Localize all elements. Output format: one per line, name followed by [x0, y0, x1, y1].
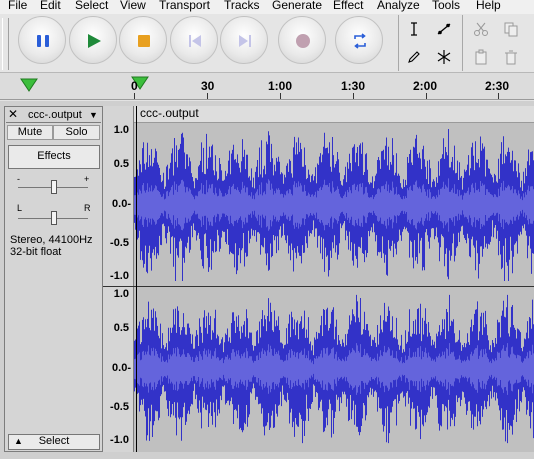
- pencil-icon: [408, 51, 420, 63]
- collapse-arrow-icon[interactable]: ▲: [14, 435, 23, 448]
- play-icon: [88, 34, 101, 48]
- mute-button[interactable]: Mute: [7, 125, 53, 140]
- draw-tool[interactable]: [400, 44, 428, 70]
- ibeam-icon: [411, 22, 417, 36]
- track-format-info: Stereo, 44100Hz 32-bit float: [10, 234, 93, 258]
- loop-button[interactable]: [335, 16, 383, 64]
- pan-slider[interactable]: [51, 211, 57, 225]
- menu-help[interactable]: Help: [476, 0, 501, 12]
- pause-button[interactable]: [18, 16, 66, 64]
- envelope-icon: [437, 23, 451, 35]
- ruler-tick: [426, 93, 427, 99]
- waveform: [134, 129, 534, 444]
- track-control-panel: ✕ ccc-.output ▼ Mute Solo Effects - + L …: [4, 106, 103, 452]
- select-label: Select: [38, 435, 70, 447]
- scale-label: 0.0-: [112, 362, 131, 374]
- menu-select[interactable]: Select: [75, 0, 108, 12]
- scale-label: -1.0: [110, 434, 129, 446]
- track-name-bar[interactable]: ✕ ccc-.output ▼: [6, 108, 101, 123]
- track-name: ccc-.output: [28, 109, 82, 121]
- ruler-tick: [207, 93, 208, 99]
- gain-minus-label: -: [17, 174, 20, 184]
- ruler-label: 0: [131, 79, 138, 93]
- copy-icon: [504, 22, 518, 37]
- amplitude-scale[interactable]: 1.0 0.5 0.0- -0.5 -1.0 1.0 0.5 0.0- -0.5…: [103, 106, 134, 452]
- menu-effect[interactable]: Effect: [333, 0, 363, 12]
- ruler-label: 30: [201, 79, 215, 93]
- record-icon: [296, 34, 310, 48]
- ruler-label: 2:00: [413, 79, 438, 93]
- scale-label: 0.5: [113, 322, 129, 334]
- toolbar-grip[interactable]: [2, 18, 9, 70]
- stop-button[interactable]: [119, 16, 167, 64]
- channel-divider: [103, 286, 534, 287]
- skip-start-icon: [189, 35, 201, 47]
- menu-view[interactable]: View: [120, 0, 146, 12]
- scale-label: -1.0: [110, 270, 129, 282]
- menu-transport[interactable]: Transport: [159, 0, 210, 12]
- clip-name: ccc-.output: [140, 106, 199, 120]
- menu-generate[interactable]: Generate: [272, 0, 322, 12]
- waveform-area[interactable]: ccc-.output: [134, 106, 534, 452]
- skip-to-end-button[interactable]: [220, 16, 268, 64]
- copy-button[interactable]: [497, 16, 525, 42]
- selection-tool[interactable]: [400, 16, 428, 42]
- play-region-start-icon: [20, 78, 38, 92]
- pause-icon: [37, 35, 49, 47]
- gain-slider[interactable]: [51, 180, 57, 194]
- scale-label: -0.5: [110, 237, 129, 249]
- paste-button[interactable]: [467, 44, 495, 70]
- asterisk-icon: [437, 50, 451, 64]
- solo-button[interactable]: Solo: [53, 125, 100, 140]
- trim-button[interactable]: [497, 44, 525, 70]
- loop-icon: [354, 33, 366, 49]
- effects-button[interactable]: Effects: [8, 145, 100, 169]
- close-track-icon[interactable]: ✕: [8, 108, 18, 121]
- menu-tools[interactable]: Tools: [432, 0, 460, 12]
- pan-left-label: L: [17, 203, 23, 213]
- menu-analyze[interactable]: Analyze: [377, 0, 420, 12]
- multi-tool[interactable]: [430, 44, 458, 70]
- ruler-tick: [498, 93, 499, 99]
- stop-icon: [138, 35, 150, 47]
- cut-button[interactable]: [467, 16, 495, 42]
- cursor-line: [136, 106, 137, 452]
- tools-toolbar: [398, 15, 461, 71]
- paste-icon: [475, 49, 487, 65]
- clip-title-bar[interactable]: ccc-.output: [134, 106, 534, 123]
- timeline-ruler[interactable]: 0 30 1:00 1:30 2:00 2:30: [0, 72, 534, 100]
- menu-edit[interactable]: Edit: [40, 0, 61, 12]
- menu-bar: File Edit Select View Transport Tracks G…: [0, 0, 534, 14]
- record-button[interactable]: [278, 16, 326, 64]
- ruler-label: 1:30: [341, 79, 366, 93]
- scale-label: 1.0: [113, 288, 129, 300]
- select-button[interactable]: ▲ Select: [8, 434, 100, 450]
- play-button[interactable]: [69, 16, 117, 64]
- pan-right-label: R: [84, 203, 91, 213]
- envelope-tool[interactable]: [430, 16, 458, 42]
- ruler-tick: [280, 93, 281, 99]
- scissors-icon: [474, 22, 488, 36]
- scale-label: 0.5: [113, 158, 129, 170]
- track-menu-arrow-icon[interactable]: ▼: [89, 108, 98, 122]
- scale-label: 1.0: [113, 124, 129, 136]
- ruler-tick: [353, 93, 354, 99]
- ruler-label: 2:30: [485, 79, 510, 93]
- scale-label: -0.5: [110, 401, 129, 413]
- skip-to-start-button[interactable]: [170, 16, 218, 64]
- ruler-tick: [134, 93, 135, 99]
- trash-icon: [505, 50, 517, 65]
- edit-toolbar: [462, 15, 534, 71]
- skip-end-icon: [239, 35, 251, 47]
- menu-tracks[interactable]: Tracks: [224, 0, 260, 12]
- ruler-label: 1:00: [268, 79, 293, 93]
- scale-label: 0.0-: [112, 198, 131, 210]
- menu-file[interactable]: File: [8, 0, 27, 12]
- gain-plus-label: +: [84, 174, 90, 184]
